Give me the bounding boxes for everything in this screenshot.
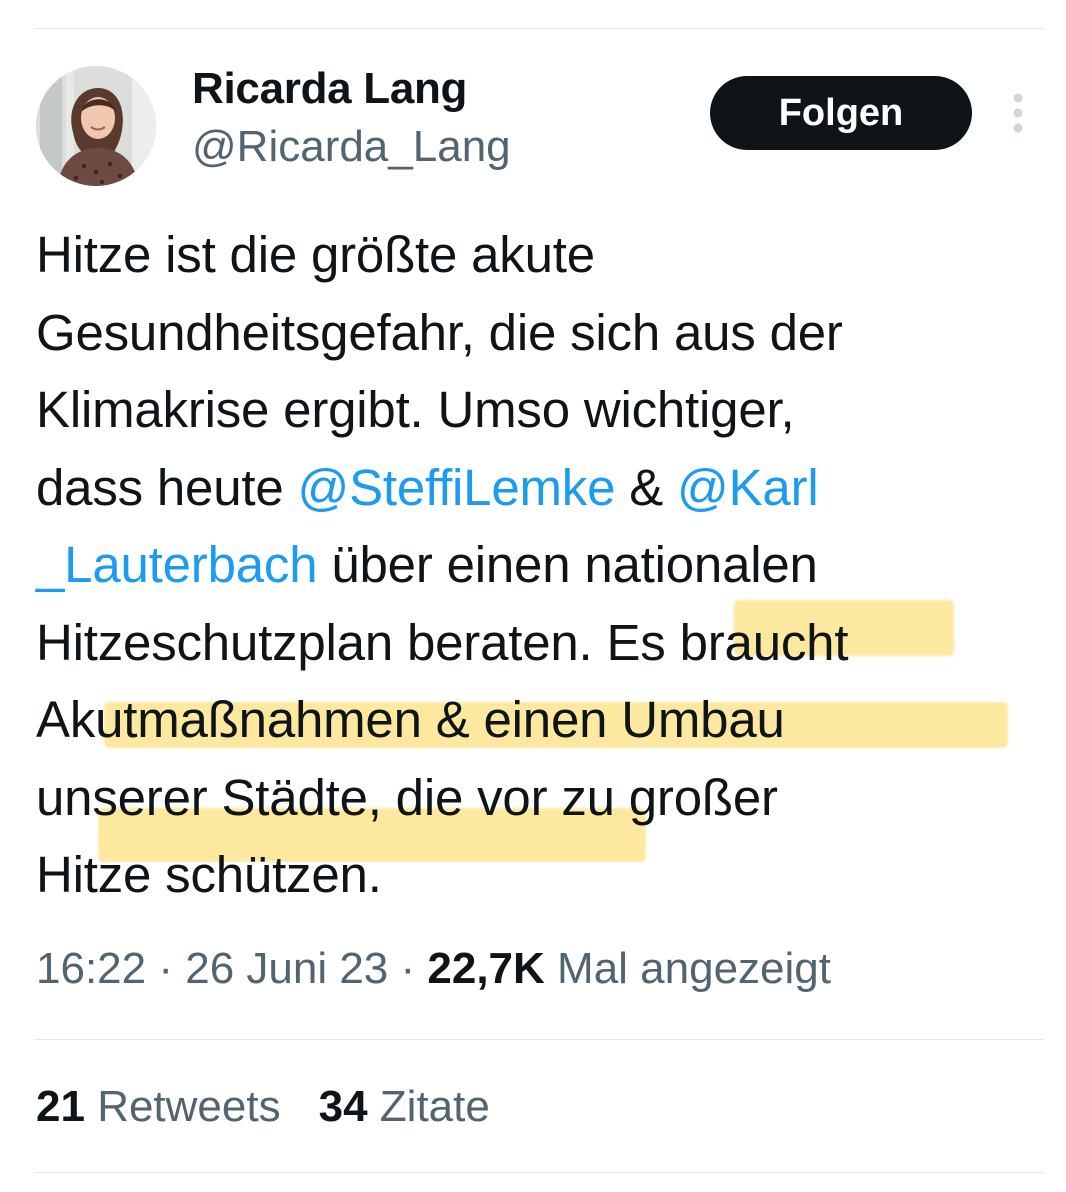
- tweet-meta: 16:22 · 26 Juni 23 · 22,7K Mal angezeigt: [36, 944, 831, 994]
- tweet-text-segment: dass heute: [36, 458, 298, 516]
- tweet-text-segment: unserer Städte, die vor zu großer: [36, 768, 778, 826]
- author-display-name[interactable]: Ricarda Lang: [192, 64, 467, 114]
- meta-separator: ·: [146, 944, 186, 993]
- tweet-text-segment: Klimakrise ergibt. Umso wichtiger,: [36, 381, 795, 438]
- tweet-text-segment: über einen nationalen: [317, 536, 818, 593]
- quotes-label: Zitate: [379, 1082, 490, 1131]
- tweet-text-line: Hitze ist die größte akute: [36, 216, 1046, 294]
- tweet-text-segment: Gesundheitsgefahr, die sich aus der: [36, 303, 843, 361]
- tweet-text-segment: Akutmaßnahmen & einen Umbau: [36, 691, 785, 748]
- meta-separator: ·: [388, 944, 428, 993]
- tweet-text-segment: Hitze ist die größte akute: [36, 226, 595, 283]
- tweet-text-segment: Hitzeschutzplan beraten. Es braucht: [36, 613, 849, 671]
- tweet-stats: 21 Retweets 34 Zitate: [36, 1082, 490, 1132]
- author-handle[interactable]: @Ricarda_Lang: [192, 122, 511, 172]
- top-divider: [34, 28, 1044, 29]
- follow-button[interactable]: Folgen: [710, 76, 972, 150]
- mention-link[interactable]: _Lauterbach: [36, 536, 318, 593]
- tweet-text-line: unserer Städte, die vor zu großer: [36, 759, 1046, 837]
- mention-link[interactable]: @SteffiLemke: [298, 459, 616, 516]
- tweet-text-line: dass heute @SteffiLemke & @Karl: [36, 449, 1046, 527]
- mention-link[interactable]: @Karl: [677, 459, 819, 516]
- retweets-link[interactable]: 21 Retweets: [36, 1082, 281, 1131]
- avatar[interactable]: [36, 66, 156, 186]
- profile-photo-icon: [36, 66, 156, 186]
- tweet-text: Hitze ist die größte akute Gesundheitsgef…: [36, 216, 1046, 914]
- tweet-text-line: Hitzeschutzplan beraten. Es braucht: [36, 604, 1046, 682]
- tweet-text-line: _Lauterbach über einen nationalen: [36, 526, 1046, 604]
- quotes-link[interactable]: 34 Zitate: [319, 1082, 490, 1131]
- views-label: Mal angezeigt: [544, 944, 831, 993]
- tweet-text-line: Akutmaßnahmen & einen Umbau: [36, 681, 1046, 759]
- tweet-text-segment: Hitze schützen.: [36, 846, 382, 903]
- tweet-time[interactable]: 16:22: [36, 944, 146, 993]
- views-count: 22,7K: [427, 944, 545, 993]
- tweet-text-line: Hitze schützen.: [36, 836, 1046, 914]
- tweet-text-line: Klimakrise ergibt. Umso wichtiger,: [36, 371, 1046, 449]
- tweet-text-line: Gesundheitsgefahr, die sich aus der: [36, 294, 1046, 372]
- retweets-count: 21: [36, 1082, 85, 1131]
- tweet-date[interactable]: 26 Juni 23: [185, 944, 388, 993]
- more-options-icon[interactable]: [1004, 90, 1032, 136]
- quotes-count: 34: [318, 1082, 368, 1131]
- bottom-divider: [34, 1172, 1044, 1173]
- meta-divider: [34, 1039, 1044, 1040]
- tweet-text-segment: &: [615, 458, 678, 516]
- retweets-label: Retweets: [97, 1082, 281, 1131]
